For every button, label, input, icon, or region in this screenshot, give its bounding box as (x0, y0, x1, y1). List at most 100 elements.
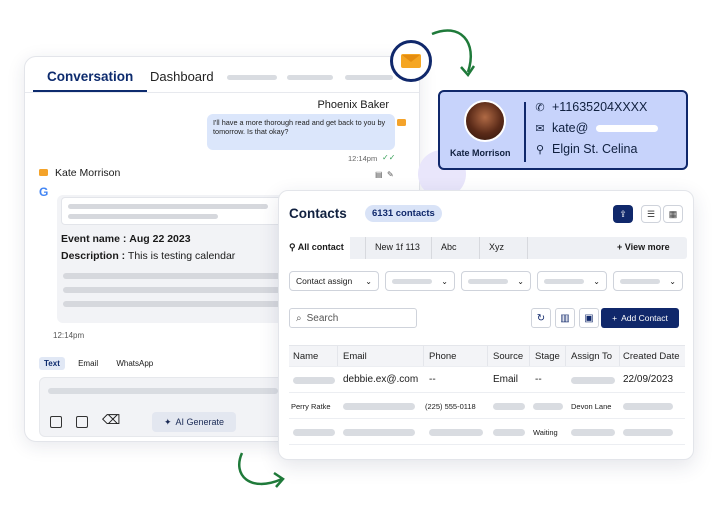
text-placeholder (493, 403, 525, 410)
table-row[interactable]: Waiting (289, 419, 685, 445)
text-placeholder (623, 429, 673, 436)
plus-icon: + (617, 242, 623, 252)
contacts-window: Contacts 6131 contacts ⇪ ☰ ▦ ⚲ All conta… (278, 190, 694, 460)
tab-abc[interactable]: Abc (441, 242, 457, 252)
add-contact-label: Add Contact (621, 313, 668, 323)
plus-icon: + (612, 313, 618, 323)
column-header[interactable]: Email (343, 351, 367, 362)
column-header[interactable]: Source (493, 351, 523, 362)
phone-value: +11635204XXXX (552, 100, 648, 114)
sparkle-icon: ✦ (163, 416, 172, 427)
contacts-table: Name Email Phone Source Stage Assign To … (289, 345, 685, 445)
column-header[interactable]: Created Date (623, 351, 680, 362)
view-more-label: View more (624, 242, 670, 252)
sender-name: Phoenix Baker (317, 99, 389, 111)
add-contact-button[interactable]: + Add Contact (601, 308, 679, 328)
grid-icon[interactable]: ▦ (663, 205, 683, 223)
contacts-title: Contacts (289, 206, 347, 221)
layout-icon[interactable] (76, 416, 88, 428)
message-actions: ▤ ✎ (375, 170, 394, 179)
cell-date: 22/09/2023 (623, 374, 674, 385)
note-icon[interactable]: ▤ (375, 170, 383, 179)
columns-icon[interactable]: ▥ (555, 308, 575, 328)
tab-xyz[interactable]: Xyz (489, 242, 504, 252)
divider (337, 346, 338, 366)
image-icon[interactable] (50, 416, 62, 428)
save-icon[interactable]: ▣ (579, 308, 599, 328)
cell-stage: -- (535, 374, 542, 385)
chevron-down-icon: ⌄ (593, 276, 600, 286)
description-label: Description : (61, 250, 126, 262)
event-name-line: Event name : Aug 22 2023 (61, 233, 191, 245)
text-placeholder (623, 403, 673, 410)
column-header[interactable]: Phone (429, 351, 456, 362)
contact-row: Kate Morrison (39, 167, 120, 179)
contact-card-name: Kate Morrison (450, 148, 511, 158)
text-placeholder (493, 429, 525, 436)
view-more-button[interactable]: + View more (617, 242, 670, 252)
filter-dropdown[interactable]: ⌄ (385, 271, 455, 291)
refresh-icon[interactable]: ↻ (531, 308, 551, 328)
eraser-icon[interactable]: ⌫ (102, 412, 120, 428)
avatar (464, 100, 506, 142)
contact-name: Kate Morrison (55, 167, 121, 179)
filter-dropdown[interactable]: ⌄ (613, 271, 683, 291)
tab-dashboard[interactable]: Dashboard (150, 69, 214, 84)
filter-dropdown[interactable]: ⌄ (537, 271, 607, 291)
location-icon: ⚲ (535, 143, 545, 156)
google-icon: G (39, 185, 49, 199)
tab-placeholder (345, 75, 393, 80)
ai-generate-button[interactable]: ✦ AI Generate (152, 412, 236, 432)
text-placeholder (293, 377, 335, 384)
tab-conversation[interactable]: Conversation (32, 69, 148, 92)
mail-icon (401, 54, 421, 68)
text-placeholder (620, 278, 660, 284)
search-input[interactable]: ⌕ Search (289, 308, 417, 328)
tab-email[interactable]: Email (73, 357, 103, 370)
text-placeholder (571, 429, 615, 436)
chevron-down-icon: ⌄ (441, 276, 448, 286)
tab-text[interactable]: Text (39, 357, 65, 370)
table-row[interactable]: Perry Ratke (225) 555-0118 Devon Lane (289, 393, 685, 419)
upload-icon[interactable]: ⇪ (613, 205, 633, 223)
tab-whatsapp[interactable]: WhatsApp (111, 357, 158, 370)
contacts-count-badge: 6131 contacts (365, 205, 442, 222)
pin-icon: ⚲ (289, 242, 296, 252)
text-placeholder (68, 214, 218, 219)
divider (565, 346, 566, 366)
text-placeholder (429, 429, 483, 436)
tab-all-contact[interactable]: ⚲ All contact (283, 237, 350, 259)
cell-stage: Waiting (533, 428, 558, 437)
message-composer[interactable]: ⌫ ✦ AI Generate (39, 377, 307, 437)
column-header[interactable]: Name (293, 351, 318, 362)
divider (365, 237, 366, 259)
text-placeholder (533, 403, 563, 410)
chevron-down-icon: ⌄ (365, 276, 372, 286)
column-header[interactable]: Stage (535, 351, 560, 362)
edit-icon[interactable]: ✎ (387, 170, 394, 179)
text-placeholder (596, 124, 659, 132)
tab-placeholder (287, 75, 333, 80)
description-line: Description : This is testing calendar (61, 250, 235, 262)
address-value: Elgin St. Celina (552, 142, 638, 156)
divider (423, 346, 424, 366)
read-ticks-icon: ✓✓ (382, 153, 396, 162)
event-name-value: Aug 22 2023 (129, 233, 191, 245)
description-value: This is testing calendar (127, 250, 236, 262)
contact-tabs: ⚲ All contact New 1f 113 Abc Xyz + View … (283, 237, 687, 259)
column-header[interactable]: Assign To (571, 351, 612, 362)
text-placeholder (544, 278, 584, 284)
text-placeholder (48, 388, 278, 394)
tab-new[interactable]: New 1f 113 (375, 242, 420, 252)
search-icon: ⌕ (296, 312, 302, 324)
text-placeholder (293, 429, 335, 436)
contact-assign-filter[interactable]: Contact assign ⌄ (289, 271, 379, 291)
event-time: 12:14pm (53, 331, 85, 340)
list-icon[interactable]: ☰ (641, 205, 661, 223)
filter-dropdown[interactable]: ⌄ (461, 271, 531, 291)
address-row: ⚲ Elgin St. Celina (534, 142, 638, 156)
tab-label: All contact (297, 242, 344, 252)
text-placeholder (343, 429, 415, 436)
cell-email: debbie.ex@.com (343, 374, 419, 385)
table-row[interactable]: debbie.ex@.com -- Email -- 22/09/2023 (289, 367, 685, 393)
